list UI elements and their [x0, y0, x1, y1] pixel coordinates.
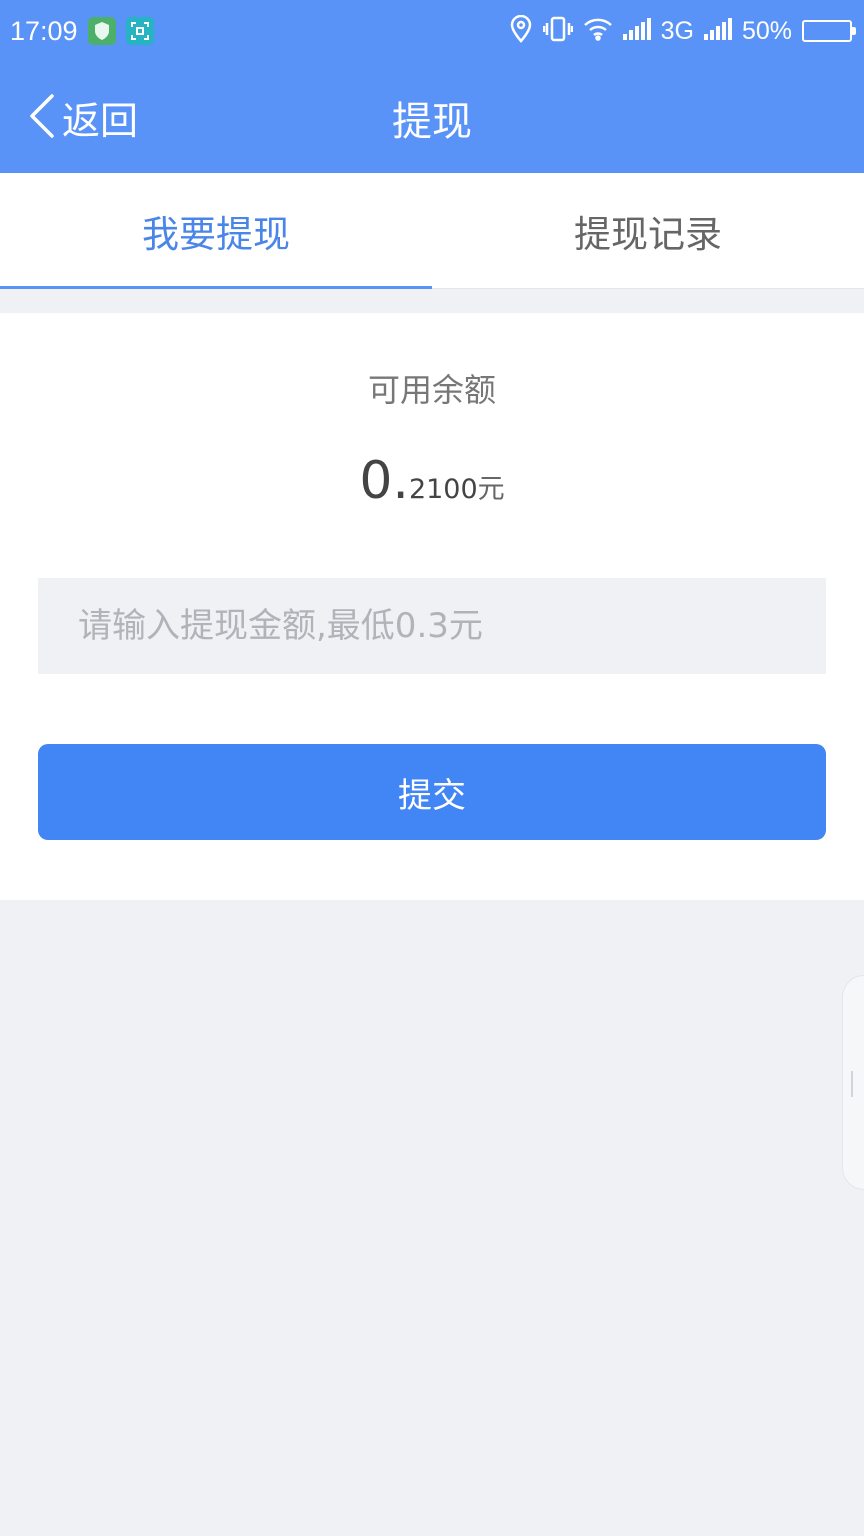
withdraw-amount-input[interactable] — [38, 578, 826, 674]
battery-percent: 50% — [741, 16, 792, 45]
scan-app-icon — [125, 17, 154, 45]
status-time: 17:09 — [10, 15, 78, 46]
signal-icon-2 — [703, 18, 732, 44]
tab-bar: 我要提现 提现记录 — [0, 173, 864, 289]
back-label: 返回 — [62, 99, 139, 143]
balance-label: 可用余额 — [367, 371, 496, 409]
status-bar: 17:09 3G 50% — [0, 0, 864, 62]
battery-icon — [802, 20, 856, 42]
tab-withdraw-records[interactable]: 提现记录 — [432, 173, 864, 288]
signal-icon — [622, 18, 651, 44]
balance-decimal: 2100 — [408, 474, 478, 505]
wifi-icon — [583, 17, 613, 45]
network-type: 3G — [660, 16, 694, 45]
status-bar-right: 3G 50% — [509, 14, 856, 47]
tab-withdraw[interactable]: 我要提现 — [0, 173, 432, 289]
shield-app-icon — [87, 17, 116, 45]
vibrate-icon — [542, 16, 573, 46]
back-button[interactable]: 返回 — [28, 62, 138, 173]
side-drawer-handle[interactable] — [842, 975, 864, 1190]
chevron-left-icon — [28, 93, 56, 143]
balance-value: 0.2100元 — [0, 451, 864, 511]
submit-button[interactable]: 提交 — [38, 744, 826, 840]
balance-unit: 元 — [477, 474, 505, 505]
nav-bar: 返回 提现 — [0, 62, 864, 173]
status-bar-left: 17:09 — [10, 16, 154, 47]
balance-integer: 0. — [359, 451, 409, 511]
location-icon — [509, 14, 533, 47]
withdraw-card: 可用余额 0.2100元 提交 — [0, 313, 864, 900]
